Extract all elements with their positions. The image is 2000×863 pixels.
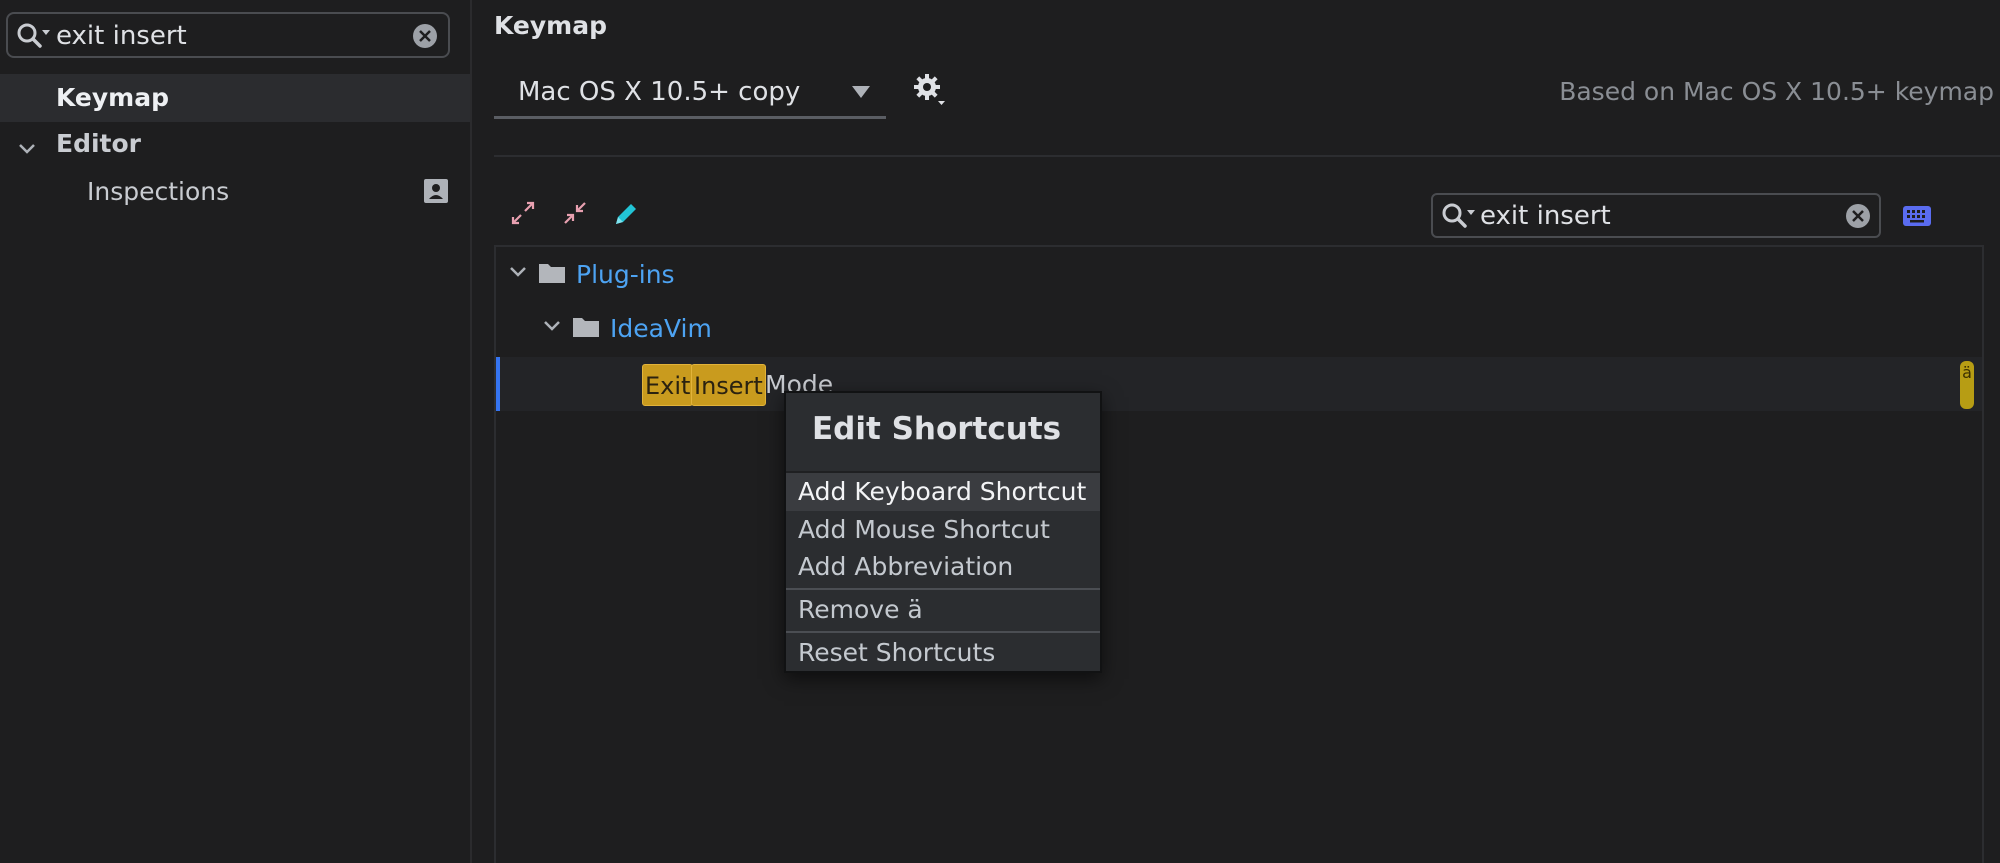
- tree-node-ideavim[interactable]: IdeaVim: [496, 301, 1982, 355]
- sidebar-item-inspections[interactable]: Inspections: [0, 168, 470, 216]
- gear-icon[interactable]: [912, 72, 946, 110]
- folder-icon: [572, 315, 600, 343]
- settings-sidebar: exit insert Keymap Editor Inspections: [0, 0, 472, 863]
- person-card-icon: [424, 179, 448, 209]
- sidebar-item-editor[interactable]: Editor: [0, 120, 470, 168]
- keyboard-icon[interactable]: [1902, 205, 1932, 231]
- chevron-down-icon[interactable]: [542, 317, 562, 339]
- sidebar-item-label: Keymap: [56, 83, 170, 112]
- menu-item-add-keyboard-shortcut[interactable]: Add Keyboard Shortcut: [786, 473, 1100, 511]
- keymap-search-input[interactable]: exit insert: [1480, 201, 1611, 231]
- search-highlight: Insert: [691, 364, 766, 406]
- page-title: Keymap: [494, 11, 608, 40]
- search-icon[interactable]: [1441, 202, 1477, 234]
- sidebar-item-label: Editor: [56, 129, 141, 158]
- collapse-all-icon[interactable]: [562, 200, 588, 230]
- divider: [494, 155, 2000, 157]
- clear-search-icon[interactable]: [412, 23, 438, 53]
- keymap-select[interactable]: Mac OS X 10.5+ copy: [494, 67, 886, 119]
- based-on-label: Based on Mac OS X 10.5+ keymap: [1559, 77, 1994, 106]
- keymap-tree[interactable]: Plug-ins IdeaVim Exit Insert Mode ä: [494, 245, 1984, 863]
- keymap-search-field[interactable]: exit insert: [1431, 193, 1881, 238]
- tree-action-exit-insert-mode[interactable]: Exit Insert Mode ä: [496, 357, 1982, 411]
- folder-icon: [538, 261, 566, 289]
- menu-item-remove-shortcut[interactable]: Remove ä: [786, 591, 1100, 629]
- menu-item-reset-shortcuts[interactable]: Reset Shortcuts: [786, 634, 1100, 672]
- settings-search-field[interactable]: exit insert: [6, 12, 450, 58]
- chevron-down-icon[interactable]: [17, 135, 37, 164]
- settings-search-input[interactable]: exit insert: [56, 21, 187, 51]
- popup-title: Edit Shortcuts: [812, 411, 1062, 447]
- search-icon[interactable]: [16, 22, 52, 54]
- menu-item-add-mouse-shortcut[interactable]: Add Mouse Shortcut: [786, 511, 1100, 549]
- shortcut-badge: ä: [1960, 361, 1974, 409]
- tree-node-label: Plug-ins: [576, 260, 675, 289]
- menu-item-add-abbreviation[interactable]: Add Abbreviation: [786, 548, 1100, 586]
- tree-node-plugins[interactable]: Plug-ins: [496, 247, 1982, 301]
- tree-node-label: IdeaVim: [610, 314, 712, 343]
- sidebar-item-label: Inspections: [87, 177, 230, 206]
- clear-search-icon[interactable]: [1845, 203, 1871, 233]
- keymap-select-value: Mac OS X 10.5+ copy: [518, 77, 801, 107]
- settings-window: exit insert Keymap Editor Inspections Ke…: [0, 0, 2000, 863]
- divider: [786, 588, 1100, 590]
- sidebar-item-keymap[interactable]: Keymap: [0, 74, 470, 122]
- chevron-down-icon[interactable]: [508, 263, 528, 285]
- pencil-icon[interactable]: [612, 200, 640, 232]
- expand-all-icon[interactable]: [510, 200, 536, 230]
- edit-shortcuts-popup: Edit Shortcuts Add Keyboard Shortcut Add…: [784, 391, 1102, 673]
- dropdown-arrow-icon[interactable]: [852, 86, 870, 98]
- search-highlight: Exit: [642, 364, 694, 406]
- divider: [786, 631, 1100, 633]
